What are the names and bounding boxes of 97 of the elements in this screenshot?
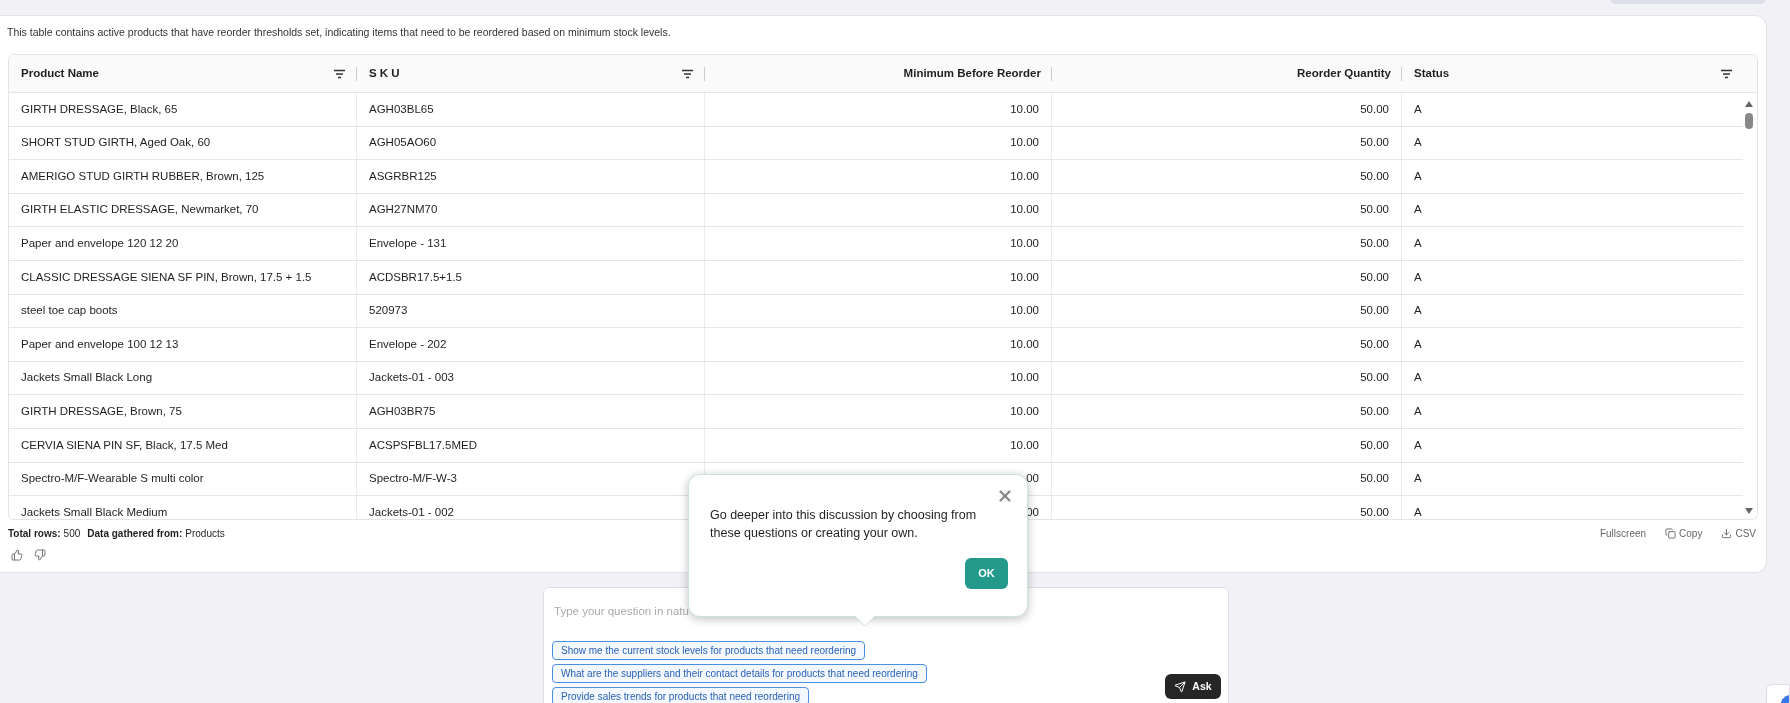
ask-button[interactable]: Ask bbox=[1165, 674, 1221, 699]
table-cell-text: A bbox=[1414, 504, 1422, 519]
column-header[interactable]: S K U bbox=[357, 55, 705, 92]
filter-icon[interactable] bbox=[333, 68, 346, 79]
table-cell-text: 50.00 bbox=[1360, 471, 1389, 487]
table-cell-text: 50.00 bbox=[1360, 303, 1389, 319]
table-cell-text: AGH05AO60 bbox=[369, 135, 437, 151]
table-cell-text: A bbox=[1414, 269, 1422, 285]
send-icon bbox=[1174, 680, 1187, 693]
table-cell-text: Jackets-01 - 002 bbox=[369, 504, 454, 519]
table-cell-text: Spectro-M/F-W-3 bbox=[369, 471, 457, 487]
table-cell-text: 50.00 bbox=[1360, 370, 1389, 386]
table-cell-text: Envelope - 202 bbox=[369, 336, 447, 352]
table-cell-text: 10.00 bbox=[1010, 135, 1039, 151]
source-value: Products bbox=[185, 527, 225, 541]
table-cell-text: A bbox=[1414, 202, 1422, 218]
column-header[interactable]: Reorder Quantity bbox=[1052, 55, 1402, 92]
ok-button[interactable]: OK bbox=[965, 558, 1008, 589]
table-cell-text: A bbox=[1414, 236, 1422, 252]
table-cell-text: 10.00 bbox=[1010, 336, 1039, 352]
table-cell-text: 50.00 bbox=[1360, 168, 1389, 184]
table-cell-text: 10.00 bbox=[1010, 168, 1039, 184]
table-cell-text: Envelope - 131 bbox=[369, 236, 447, 252]
table-cell-text: Paper and envelope 100 12 13 bbox=[21, 336, 179, 352]
copy-button[interactable]: Copy bbox=[1665, 526, 1703, 541]
table-cell-text: A bbox=[1414, 336, 1422, 352]
table-cell-text: Jackets Small Black Medium bbox=[21, 504, 168, 519]
csv-button[interactable]: CSV bbox=[1721, 526, 1756, 541]
table-description: This table contains active products that have reorder thresholds set, indicating items that need to be reordered based on minimum stock levels. bbox=[7, 25, 672, 40]
table-cell-text: Jackets Small Black Long bbox=[21, 370, 153, 386]
scroll-down-icon[interactable] bbox=[1745, 508, 1753, 514]
table-cell-text: 50.00 bbox=[1360, 101, 1389, 117]
table-cell-text: 50.00 bbox=[1360, 236, 1389, 252]
column-header[interactable]: Product Name bbox=[9, 55, 357, 92]
table-cell-text: A bbox=[1414, 101, 1422, 117]
table-cell-text: 10.00 bbox=[1010, 404, 1039, 419]
table-cell-text: 10.00 bbox=[1010, 202, 1039, 218]
suggestion-chip[interactable]: Show me the current stock levels for products that need reordering bbox=[552, 641, 866, 660]
table-cell-text: 50.00 bbox=[1360, 135, 1389, 151]
thumbs-down-icon[interactable] bbox=[34, 549, 46, 561]
table-cell-text: A bbox=[1414, 471, 1422, 487]
copy-icon bbox=[1665, 528, 1677, 539]
table-cell-text: ASGRBR125 bbox=[369, 168, 437, 184]
popup-message: Go deeper into this discussion by choosing from these questions or creating your own. bbox=[710, 507, 978, 542]
table-cell-text: 50.00 bbox=[1360, 404, 1389, 419]
source-label: Data gathered from: bbox=[87, 527, 183, 541]
table-cell-text: ACSPSFBL17.5MED bbox=[369, 437, 477, 453]
chat-widget-icon[interactable] bbox=[1766, 684, 1790, 703]
column-header[interactable]: Minimum Before Reorder bbox=[705, 55, 1052, 92]
filter-icon[interactable] bbox=[681, 68, 694, 79]
total-rows-value: 500 bbox=[63, 527, 81, 541]
table-cell-text: 50.00 bbox=[1360, 336, 1389, 352]
table-cell-text: GIRTH DRESSAGE, Black, 65 bbox=[21, 101, 178, 117]
table-cell-text: 50.00 bbox=[1360, 202, 1389, 218]
table-cell-text: Spectro-M/F-Wearable S multi color bbox=[21, 471, 204, 487]
table-cell-text: 10.00 bbox=[1010, 101, 1039, 117]
column-header[interactable]: Status bbox=[1402, 55, 1757, 92]
scroll-up-icon[interactable] bbox=[1745, 101, 1753, 107]
table-cell-text: CLASSIC DRESSAGE SIENA SF PIN, Brown, 17.5 + 1.5 bbox=[21, 269, 312, 285]
table-cell-text: A bbox=[1414, 135, 1422, 151]
table-cell-text: AGH27NM70 bbox=[369, 202, 438, 218]
table-cell-text: 00 bbox=[1026, 471, 1039, 487]
table-cell-text: Paper and envelope 120 12 20 bbox=[21, 236, 179, 252]
suggestion-chip[interactable]: Provide sales trends for products that need reordering bbox=[552, 687, 810, 703]
table-cell-text: 520973 bbox=[369, 303, 408, 319]
table-cell-text: CERVIA SIENA PIN SF, Black, 17.5 Med bbox=[21, 437, 228, 453]
table-cell-text: GIRTH DRESSAGE, Brown, 75 bbox=[21, 404, 182, 419]
question-input[interactable]: Type your question in natu bbox=[552, 603, 1220, 621]
suggestion-chip[interactable]: What are the suppliers and their contact details for products that need reordering bbox=[552, 664, 927, 683]
fullscreen-button[interactable]: Fullscreen bbox=[1599, 526, 1647, 541]
table-cell-text: AGH03BR75 bbox=[369, 404, 436, 419]
table-cell-text: 10.00 bbox=[1010, 437, 1039, 453]
thumbs-up-icon[interactable] bbox=[11, 549, 23, 561]
table-cell-text: 50.00 bbox=[1360, 504, 1389, 519]
table-cell-text: 10.00 bbox=[1010, 236, 1039, 252]
table-cell-text: 10.00 bbox=[1010, 269, 1039, 285]
table-cell-text: GIRTH ELASTIC DRESSAGE, Newmarket, 70 bbox=[21, 202, 259, 218]
close-icon[interactable] bbox=[996, 487, 1014, 505]
table-cell-text: A bbox=[1414, 370, 1422, 386]
filter-icon[interactable] bbox=[1720, 68, 1733, 79]
table-cell-text: A bbox=[1414, 168, 1422, 184]
total-rows-label: Total rows: bbox=[8, 527, 61, 541]
table-cell-text: Jackets-01 - 003 bbox=[369, 370, 454, 386]
table-cell-text: 50.00 bbox=[1360, 269, 1389, 285]
table-cell-text: A bbox=[1414, 303, 1422, 319]
table-cell-text: 10.00 bbox=[1010, 370, 1039, 386]
table-cell-text: ACDSBR17.5+1.5 bbox=[369, 269, 462, 285]
table-cell-text: 10.00 bbox=[1010, 303, 1039, 319]
table-cell-text: AMERIGO STUD GIRTH RUBBER, Brown, 125 bbox=[21, 168, 265, 184]
table-cell-text: SHORT STUD GIRTH, Aged Oak, 60 bbox=[21, 135, 211, 151]
table-cell-text: A bbox=[1414, 404, 1422, 419]
table-cell-text: AGH03BL65 bbox=[369, 101, 434, 117]
table-cell-text: steel toe cap boots bbox=[21, 303, 118, 319]
table-cell-text: A bbox=[1414, 437, 1422, 453]
table-cell-text: 50.00 bbox=[1360, 437, 1389, 453]
scroll-thumb[interactable] bbox=[1745, 113, 1753, 129]
download-icon bbox=[1721, 528, 1733, 539]
